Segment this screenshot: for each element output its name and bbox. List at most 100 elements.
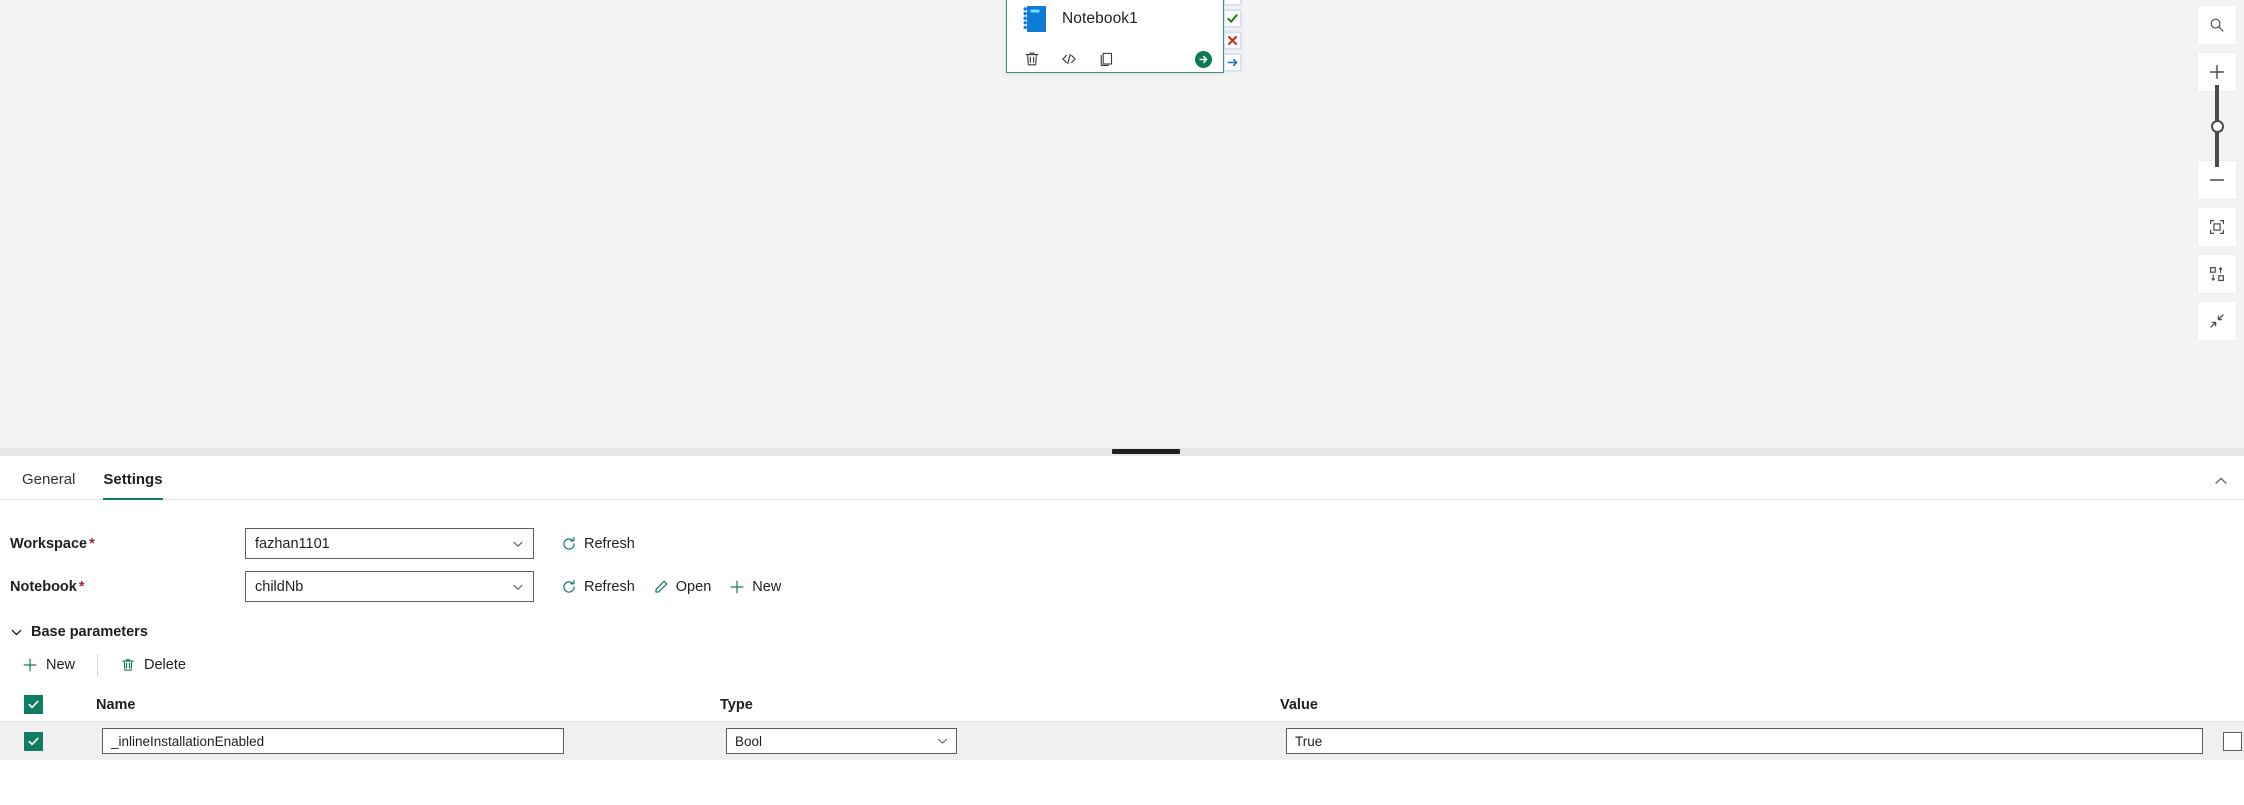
column-header-value: Value	[1280, 696, 1318, 713]
zoom-slider-thumb[interactable]	[2210, 119, 2224, 133]
select-all-cell	[0, 695, 66, 714]
dependency-on-success[interactable]	[1224, 10, 1241, 27]
parameter-new-label: New	[46, 657, 76, 673]
code-view-icon[interactable]	[1060, 50, 1078, 68]
auto-align-glyph	[2209, 266, 2225, 282]
notebook-refresh-button[interactable]: Refresh	[552, 575, 644, 599]
notebook-new-button[interactable]: New	[720, 575, 790, 599]
activity-node-notebook1[interactable]: Notebook1	[1006, 0, 1224, 73]
treat-as-null-checkbox[interactable]	[2223, 731, 2242, 751]
notebook-dropdown[interactable]: childNb	[245, 571, 534, 602]
clone-activity-icon[interactable]	[1097, 50, 1115, 68]
parameter-new-button[interactable]: New	[10, 652, 87, 678]
arrow-right-icon	[1227, 58, 1238, 67]
auto-align-icon[interactable]	[2198, 255, 2236, 293]
grid-header-row: Name Type Value	[0, 688, 2244, 722]
panel-tabstrip: General Settings	[0, 456, 2244, 500]
canvas-zoom-toolbar	[2198, 6, 2236, 340]
pipeline-editor: Notebook1 General Settings Workspace * f…	[0, 0, 2244, 805]
zoom-slider[interactable]	[2198, 85, 2236, 167]
required-marker: *	[89, 535, 95, 552]
notebook-refresh-label: Refresh	[584, 578, 635, 595]
workspace-label: Workspace *	[6, 536, 245, 552]
notebook-open-label: Open	[675, 578, 712, 595]
field-row-workspace: Workspace * fazhan1101 Refresh	[0, 522, 2244, 565]
treat-as-null-control[interactable]: Treat as null	[2223, 731, 2244, 751]
workspace-refresh-label: Refresh	[584, 535, 635, 552]
plus-glyph	[2209, 64, 2225, 80]
notebook-label-text: Notebook	[10, 578, 77, 595]
collapse-all-icon[interactable]	[2198, 302, 2236, 340]
plus-icon	[730, 580, 744, 593]
parameter-name-input[interactable]: _inlineInstallationEnabled	[102, 728, 564, 754]
check-icon	[27, 737, 39, 745]
field-row-notebook: Notebook * childNb Refresh Open New	[0, 565, 2244, 608]
activity-properties-panel: General Settings Workspace* fazhan1101	[0, 456, 2244, 805]
minus-glyph	[2209, 179, 2225, 181]
column-header-type: Type	[720, 696, 753, 713]
tab-settings[interactable]: Settings	[89, 471, 176, 500]
dependency-on-completion[interactable]	[1224, 54, 1241, 71]
chevron-down-icon	[513, 584, 523, 590]
row-select-cell	[0, 731, 66, 751]
notebook-label: Notebook *	[6, 579, 245, 595]
fit-to-screen-icon[interactable]	[2198, 208, 2236, 246]
row-select-checkbox[interactable]	[23, 731, 43, 751]
row-value-cell: True Treat as null	[1260, 728, 2244, 754]
parameter-type-dropdown[interactable]: Bool	[726, 728, 957, 754]
required-marker: *	[78, 578, 85, 595]
fit-glyph	[2210, 220, 2224, 234]
workspace-dropdown[interactable]: fazhan1101	[245, 528, 534, 559]
chevron-down-icon	[938, 738, 947, 744]
run-activity-icon[interactable]	[1194, 50, 1213, 69]
check-icon	[27, 700, 39, 709]
select-all-checkbox[interactable]	[23, 695, 43, 714]
dependency-skipped[interactable]	[1224, 0, 1241, 5]
chevron-down-icon	[11, 629, 22, 635]
workspace-refresh-button[interactable]: Refresh	[552, 532, 644, 556]
pencil-icon	[655, 580, 668, 593]
parameter-delete-label: Delete	[144, 657, 186, 673]
chevron-up-icon[interactable]	[2212, 472, 2230, 490]
notebook-value: childNb	[255, 578, 304, 595]
trash-icon	[122, 659, 134, 671]
base-parameters-section-toggle[interactable]: Base parameters	[0, 608, 2244, 640]
chevron-down-icon	[513, 541, 523, 547]
notebook-actions: Refresh Open New	[552, 575, 790, 599]
dependency-connectors	[1224, 0, 1242, 71]
workspace-actions: Refresh	[552, 532, 644, 556]
pipeline-canvas[interactable]: Notebook1	[0, 0, 2244, 448]
notebook-icon	[1023, 6, 1046, 32]
table-row[interactable]: _inlineInstallationEnabled Bool True	[0, 722, 2244, 760]
parameter-value-input[interactable]: True	[1286, 728, 2203, 754]
notebook-open-button[interactable]: Open	[644, 575, 720, 599]
workspace-value: fazhan1101	[255, 535, 330, 552]
skipped-icon	[1226, 0, 1239, 3]
toolbar-separator	[97, 654, 99, 676]
delete-activity-icon[interactable]	[1023, 50, 1041, 68]
parameter-delete-button[interactable]: Delete	[108, 652, 198, 678]
cross-icon	[1228, 36, 1237, 45]
base-parameters-label: Base parameters	[31, 624, 148, 640]
activity-node-title: Notebook1	[1062, 10, 1138, 27]
workspace-label-text: Workspace	[10, 535, 88, 552]
tab-general[interactable]: General	[8, 471, 89, 499]
notebook-new-label: New	[752, 578, 782, 595]
collapse-glyph	[2210, 314, 2224, 328]
search-glyph	[2210, 18, 2224, 32]
splitter-grip[interactable]	[1112, 449, 1180, 454]
settings-form: Workspace * fazhan1101 Refresh Notebook …	[0, 500, 2244, 760]
dependency-on-failure[interactable]	[1224, 32, 1241, 49]
column-header-name: Name	[96, 696, 136, 713]
activity-node-actions	[1007, 45, 1223, 73]
refresh-icon	[563, 536, 575, 550]
parameter-type-value: Bool	[735, 733, 763, 749]
panel-splitter[interactable]	[0, 448, 2244, 456]
search-icon[interactable]	[2198, 6, 2236, 44]
check-icon	[1227, 14, 1238, 23]
plus-icon	[23, 658, 37, 672]
row-name-cell: _inlineInstallationEnabled	[66, 728, 700, 754]
base-parameters-grid: Name Type Value _inlineInstallationEnabl…	[0, 688, 2244, 760]
refresh-icon	[563, 579, 575, 593]
activity-node-header: Notebook1	[1007, 0, 1223, 45]
